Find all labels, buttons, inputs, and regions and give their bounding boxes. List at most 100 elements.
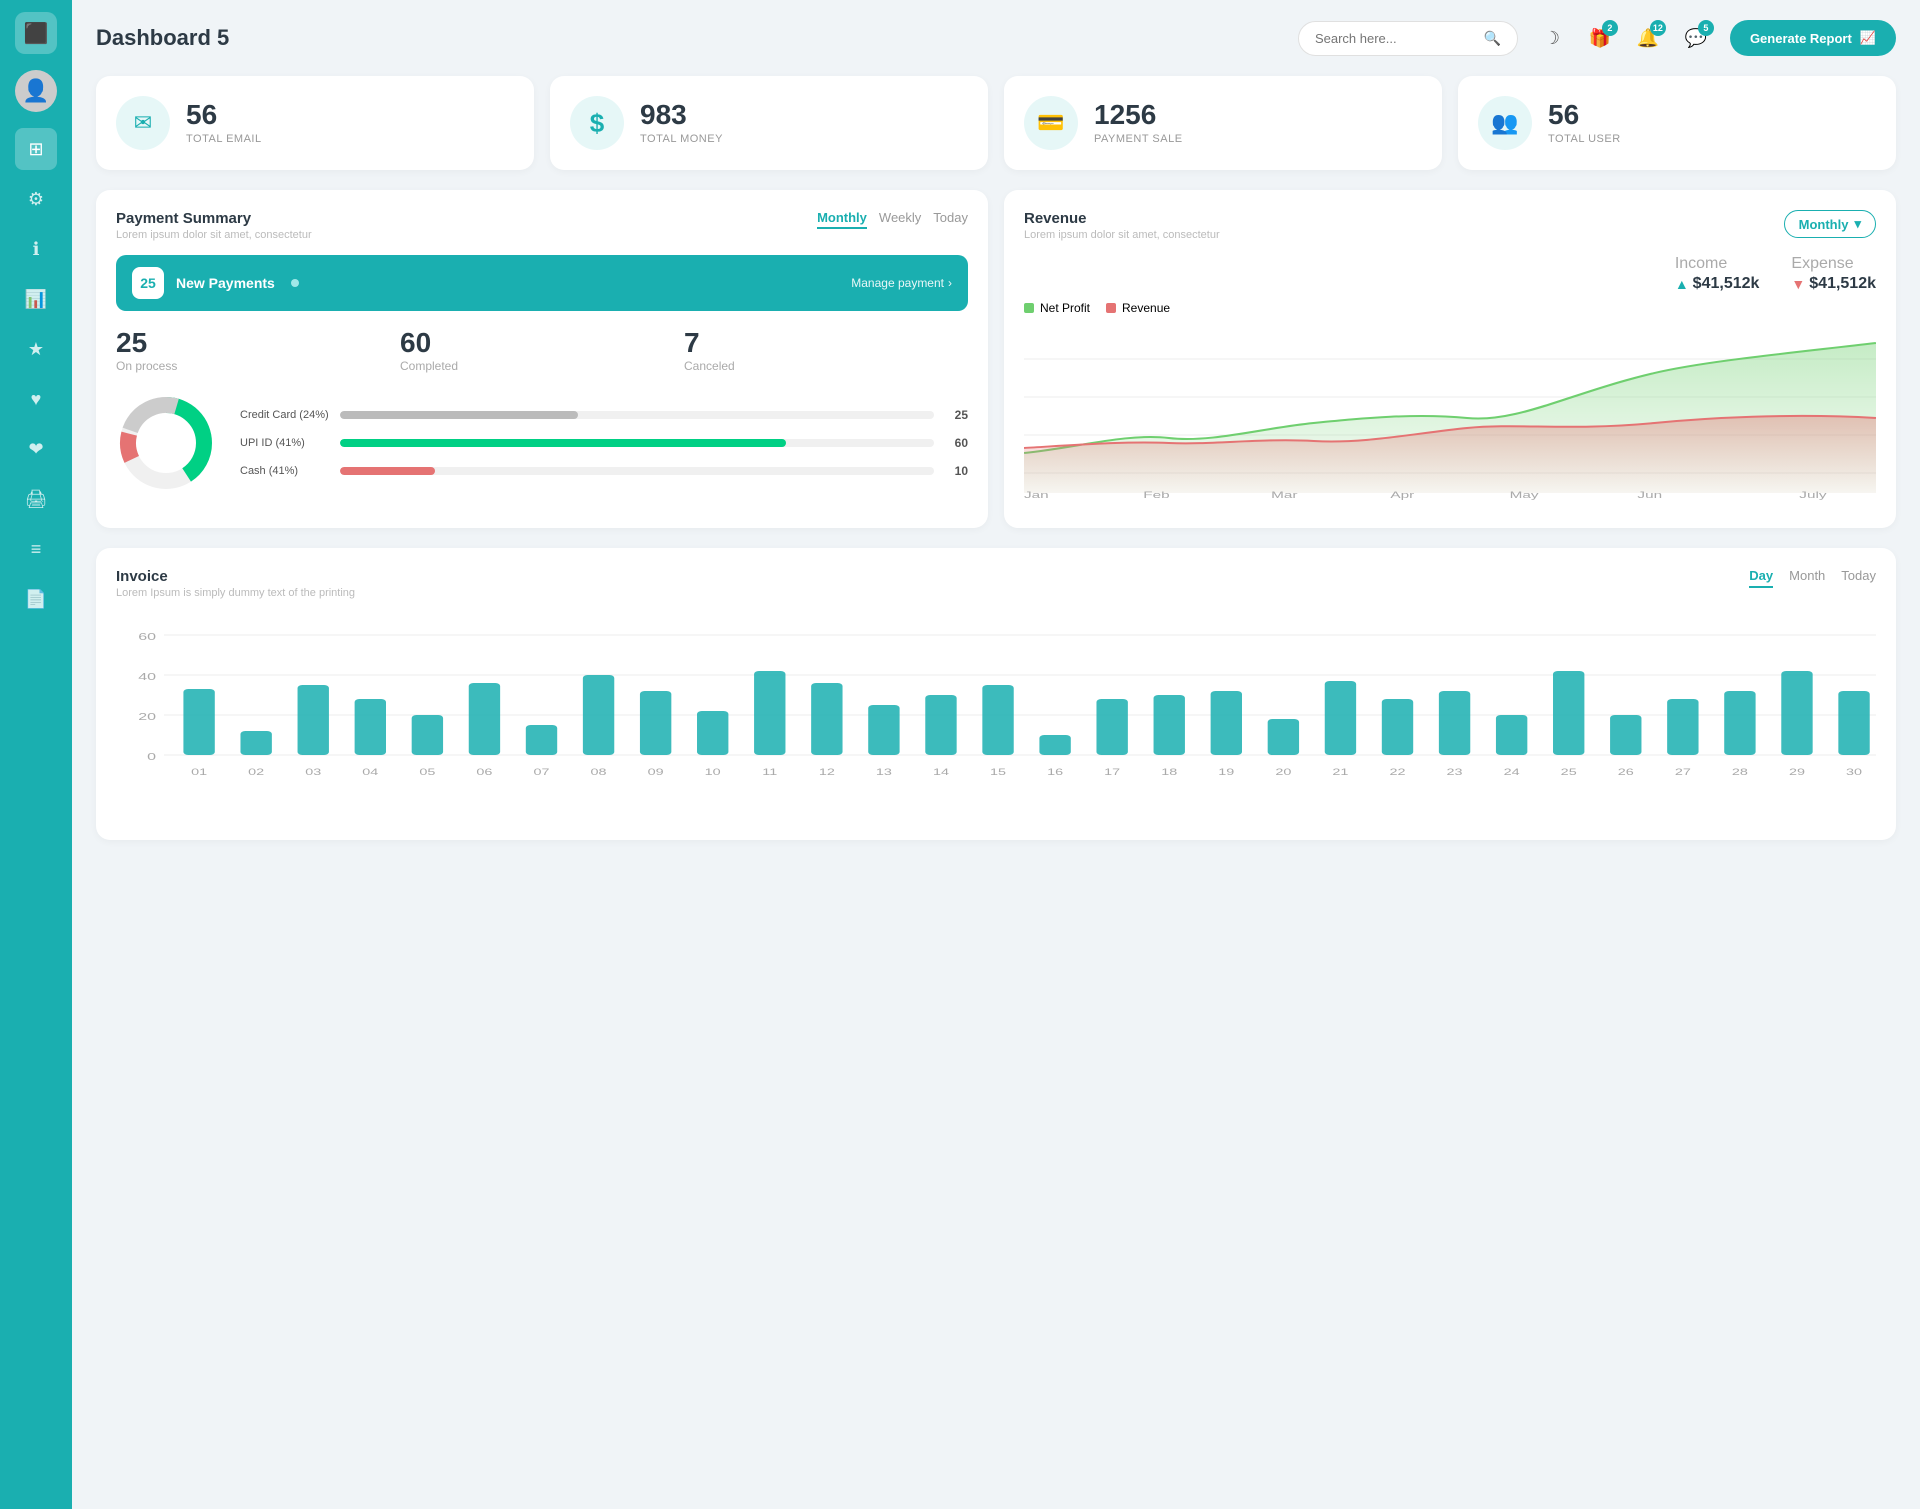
- stat-info-email: 56 TOTAL EMAIL: [186, 101, 262, 145]
- sidebar-item-doc[interactable]: 📄: [15, 578, 57, 620]
- email-icon: ✉: [116, 96, 170, 150]
- svg-text:24: 24: [1504, 767, 1520, 777]
- payment-summary-subtitle: Lorem ipsum dolor sit amet, consectetur: [116, 229, 312, 241]
- stat-card-payment: 💳 1256 PAYMENT SALE: [1004, 76, 1442, 170]
- canceled-number: 7: [684, 327, 968, 359]
- invoice-chart: 0 20 40 60 01020304050607080910111213141…: [116, 615, 1876, 820]
- gift-button[interactable]: 🎁 2: [1582, 20, 1618, 56]
- invoice-subtitle: Lorem Ipsum is simply dummy text of the …: [116, 587, 355, 599]
- search-icon: 🔍: [1484, 30, 1501, 47]
- tab-weekly-payment[interactable]: Weekly: [879, 210, 921, 229]
- manage-payment-link[interactable]: Manage payment ›: [851, 276, 952, 290]
- total-money-label: TOTAL MONEY: [640, 133, 723, 145]
- svg-text:Apr: Apr: [1390, 490, 1414, 500]
- page-title: Dashboard 5: [96, 25, 1282, 51]
- svg-text:09: 09: [648, 767, 664, 777]
- revenue-label: Revenue: [1122, 301, 1170, 315]
- upi-label: UPI ID (41%): [240, 437, 330, 449]
- invoice-title: Invoice: [116, 568, 355, 585]
- revenue-subtitle: Lorem ipsum dolor sit amet, consectetur: [1024, 229, 1220, 241]
- stat-card-money: $ 983 TOTAL MONEY: [550, 76, 988, 170]
- total-email-number: 56: [186, 101, 262, 129]
- upi-bar-fill: [340, 439, 786, 447]
- moon-button[interactable]: ☽: [1534, 20, 1570, 56]
- monthly-label: Monthly: [1799, 217, 1849, 232]
- svg-text:18: 18: [1161, 767, 1177, 777]
- invoice-tabs: Day Month Today: [1749, 568, 1876, 588]
- monthly-dropdown-button[interactable]: Monthly ▾: [1784, 210, 1876, 238]
- stat-info-money: 983 TOTAL MONEY: [640, 101, 723, 145]
- svg-text:0: 0: [147, 751, 156, 762]
- cash-bar-fill: [340, 467, 435, 475]
- sidebar-item-print[interactable]: 🖨: [15, 478, 57, 520]
- search-box[interactable]: 🔍: [1298, 21, 1518, 56]
- arrow-up-icon: ▲: [1675, 276, 1689, 292]
- arrow-down-icon: ▼: [1791, 276, 1805, 292]
- svg-text:14: 14: [933, 767, 949, 777]
- new-payments-left: 25 New Payments: [132, 267, 299, 299]
- payment-summary-panel: Payment Summary Lorem ipsum dolor sit am…: [96, 190, 988, 528]
- revenue-legend: Net Profit Revenue: [1024, 301, 1876, 315]
- donut-chart: [116, 393, 216, 493]
- chat-button[interactable]: 💬 5: [1678, 20, 1714, 56]
- legend-revenue: Revenue: [1106, 301, 1170, 315]
- upi-value: 60: [944, 436, 968, 450]
- users-icon: 👥: [1478, 96, 1532, 150]
- sidebar-item-heart[interactable]: ♥: [15, 378, 57, 420]
- revenue-dot: [1106, 303, 1116, 313]
- progress-list: Credit Card (24%) 25 UPI ID (41%) 60: [240, 408, 968, 478]
- payment-icon: 💳: [1024, 96, 1078, 150]
- bell-button[interactable]: 🔔 12: [1630, 20, 1666, 56]
- svg-text:17: 17: [1104, 767, 1120, 777]
- on-process-number: 25: [116, 327, 400, 359]
- sidebar-item-heart2[interactable]: ❤: [15, 428, 57, 470]
- stat-info-payment: 1256 PAYMENT SALE: [1094, 101, 1183, 145]
- svg-text:06: 06: [476, 767, 492, 777]
- sidebar-item-dashboard[interactable]: ⊞: [15, 128, 57, 170]
- svg-text:10: 10: [705, 767, 721, 777]
- credit-card-label: Credit Card (24%): [240, 409, 330, 421]
- sidebar-item-star[interactable]: ★: [15, 328, 57, 370]
- svg-text:16: 16: [1047, 767, 1063, 777]
- upi-bar-bg: [340, 439, 934, 447]
- credit-card-bar-fill: [340, 411, 578, 419]
- svg-text:Mar: Mar: [1271, 490, 1297, 500]
- search-input[interactable]: [1315, 31, 1476, 46]
- svg-text:02: 02: [248, 767, 264, 777]
- bar-chart-icon: 📈: [1860, 30, 1876, 46]
- svg-text:29: 29: [1789, 767, 1805, 777]
- tab-monthly-payment[interactable]: Monthly: [817, 210, 867, 229]
- tab-today-payment[interactable]: Today: [933, 210, 968, 229]
- sidebar-item-settings[interactable]: ⚙: [15, 178, 57, 220]
- svg-text:21: 21: [1332, 767, 1348, 777]
- tab-month-invoice[interactable]: Month: [1789, 568, 1825, 588]
- svg-text:20: 20: [138, 711, 156, 722]
- svg-text:27: 27: [1675, 767, 1691, 777]
- svg-text:13: 13: [876, 767, 892, 777]
- credit-card-value: 25: [944, 408, 968, 422]
- payment-breakdown: Credit Card (24%) 25 UPI ID (41%) 60: [116, 393, 968, 493]
- expense-value: ▼ $41,512k: [1791, 275, 1876, 293]
- svg-text:25: 25: [1561, 767, 1577, 777]
- net-profit-label: Net Profit: [1040, 301, 1090, 315]
- svg-text:July: July: [1799, 490, 1827, 500]
- stat-card-email: ✉ 56 TOTAL EMAIL: [96, 76, 534, 170]
- avatar[interactable]: 👤: [15, 70, 57, 112]
- sidebar: ⬛ 👤 ⊞ ⚙ ℹ 📊 ★ ♥ ❤ 🖨 ≡ 📄: [0, 0, 72, 1509]
- canceled-label: Canceled: [684, 359, 968, 373]
- income-label: Income: [1675, 255, 1760, 273]
- payment-sale-label: PAYMENT SALE: [1094, 133, 1183, 145]
- tab-today-invoice[interactable]: Today: [1841, 568, 1876, 588]
- svg-text:Jan: Jan: [1024, 490, 1049, 500]
- sidebar-logo[interactable]: ⬛: [15, 12, 57, 54]
- sidebar-item-info[interactable]: ℹ: [15, 228, 57, 270]
- generate-report-button[interactable]: Generate Report 📈: [1730, 20, 1896, 56]
- tab-day-invoice[interactable]: Day: [1749, 568, 1773, 588]
- moon-icon: ☽: [1544, 28, 1560, 49]
- sidebar-item-chart[interactable]: 📊: [15, 278, 57, 320]
- cash-label: Cash (41%): [240, 465, 330, 477]
- on-process-label: On process: [116, 359, 400, 373]
- sidebar-item-list[interactable]: ≡: [15, 528, 57, 570]
- svg-text:Feb: Feb: [1143, 490, 1169, 500]
- income-meta: Income ▲ $41,512k: [1675, 255, 1760, 293]
